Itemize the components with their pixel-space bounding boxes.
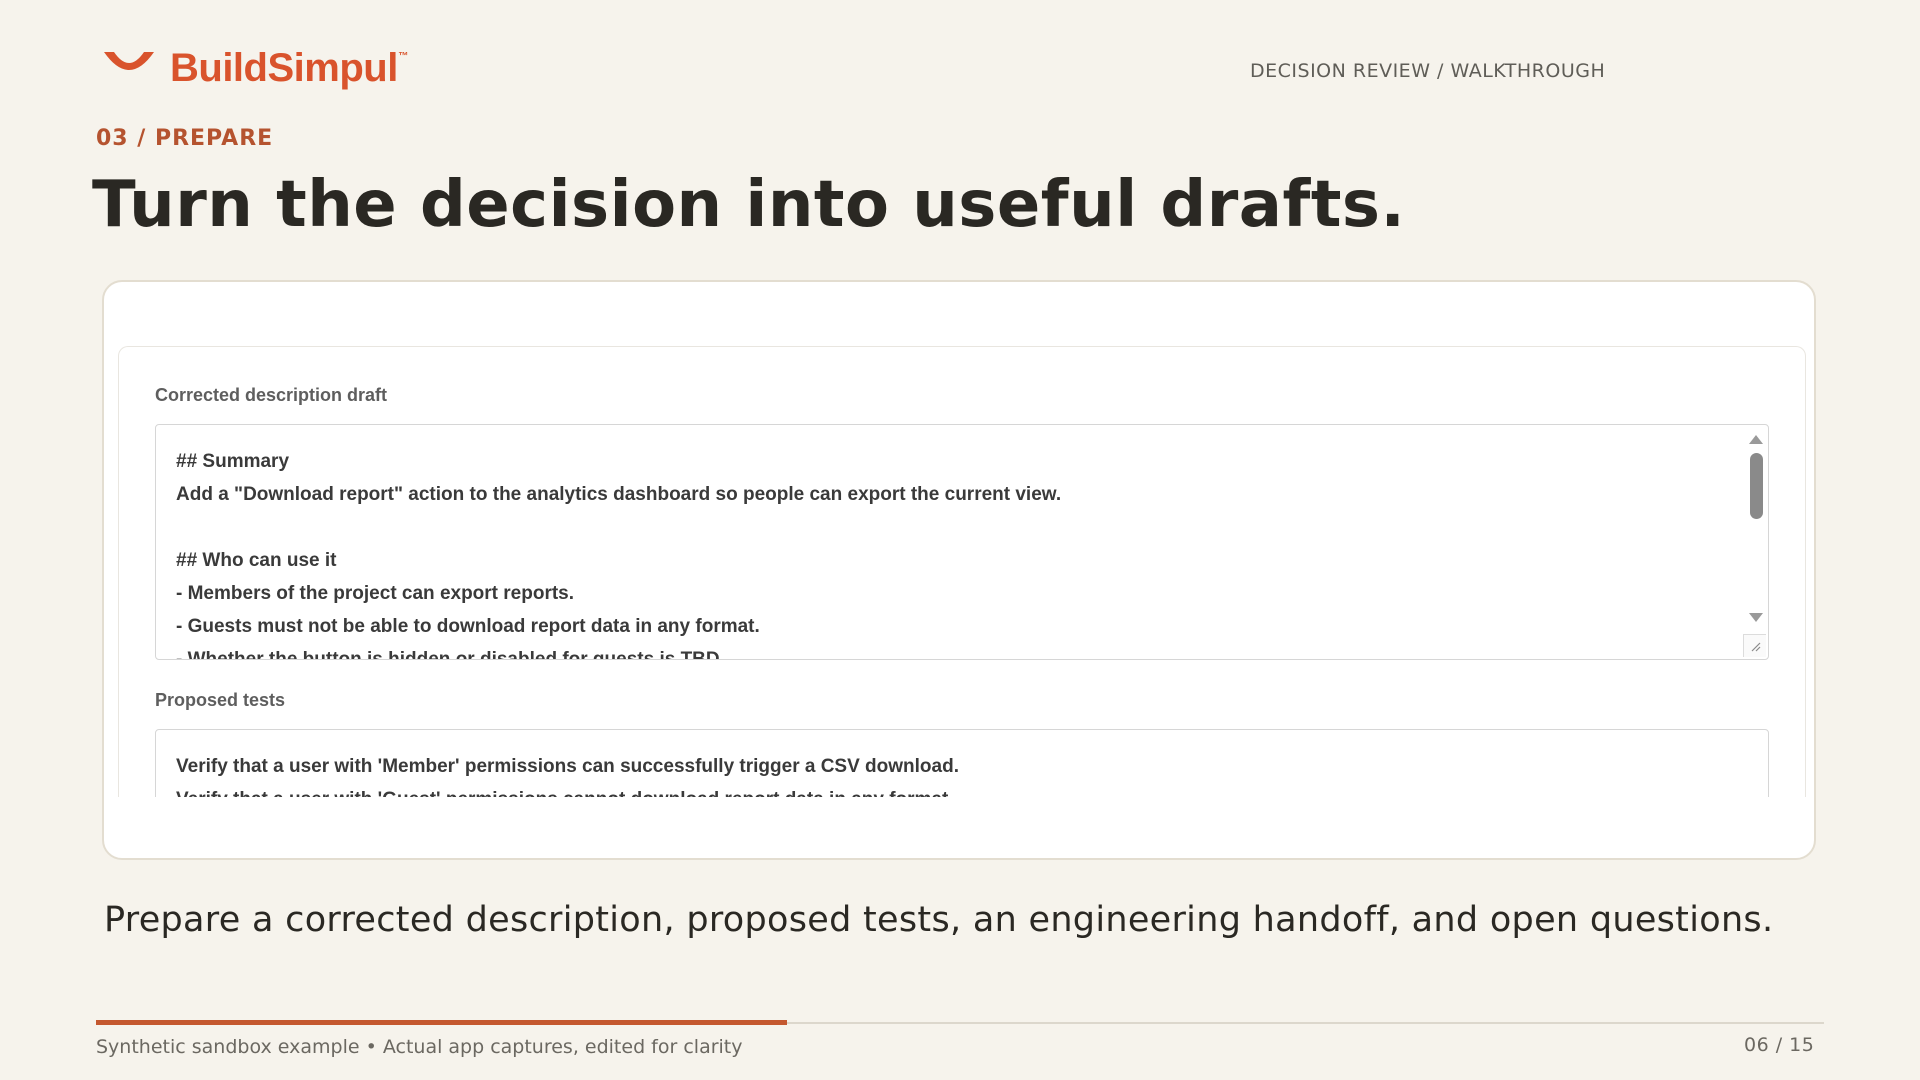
logo-text: BuildSimpul <box>170 46 398 90</box>
description-textarea[interactable]: ## Summary Add a "Download report" actio… <box>155 424 1769 660</box>
screenshot-card: Corrected description draft ## Summary A… <box>102 280 1816 860</box>
description-line: ## Who can use it <box>176 550 337 571</box>
logo-wordmark: BuildSimpul ™ <box>170 46 408 90</box>
resize-grip-icon[interactable] <box>1743 634 1766 657</box>
description-line: - Guests must not be able to download re… <box>176 616 760 637</box>
triangle-up-icon[interactable] <box>1749 435 1763 444</box>
progress-track <box>96 1020 1824 1025</box>
description-line: - Members of the project can export repo… <box>176 583 575 604</box>
description-line: Add a "Download report" action to the an… <box>176 484 1062 505</box>
scrollbar-thumb[interactable] <box>1750 453 1763 519</box>
tests-text: Verify that a user with 'Member' permiss… <box>176 750 1728 797</box>
progress-fill <box>96 1020 788 1025</box>
section-label: 03 / PREPARE <box>96 126 274 151</box>
test-line: Verify that a user with 'Guest' permissi… <box>176 783 1728 797</box>
brand-logo: BuildSimpul ™ <box>100 46 408 90</box>
smile-arc-icon <box>104 52 154 70</box>
footer-note: Synthetic sandbox example • Actual app c… <box>96 1036 743 1058</box>
description-line: ## Summary <box>176 451 290 472</box>
page-number: 06 / 15 <box>1744 1034 1815 1056</box>
triangle-down-icon[interactable] <box>1749 613 1763 622</box>
app-capture: Corrected description draft ## Summary A… <box>118 346 1806 797</box>
description-text: ## Summary Add a "Download report" actio… <box>176 445 1728 660</box>
description-scrollbar[interactable] <box>1744 425 1768 659</box>
description-line <box>176 511 1728 544</box>
description-line: - Whether the button is hidden or disabl… <box>176 649 725 660</box>
page-title: Turn the decision into useful drafts. <box>92 168 1406 242</box>
slide-caption: Prepare a corrected description, propose… <box>104 900 1774 940</box>
test-line: Verify that a user with 'Member' permiss… <box>176 756 959 777</box>
tests-field-label: Proposed tests <box>155 690 286 710</box>
tests-textarea[interactable]: Verify that a user with 'Member' permiss… <box>155 729 1769 797</box>
header-breadcrumb: DECISION REVIEW / WALKTHROUGH <box>1250 60 1606 82</box>
description-field-label: Corrected description draft <box>155 385 388 405</box>
logo-trademark: ™ <box>398 51 408 62</box>
